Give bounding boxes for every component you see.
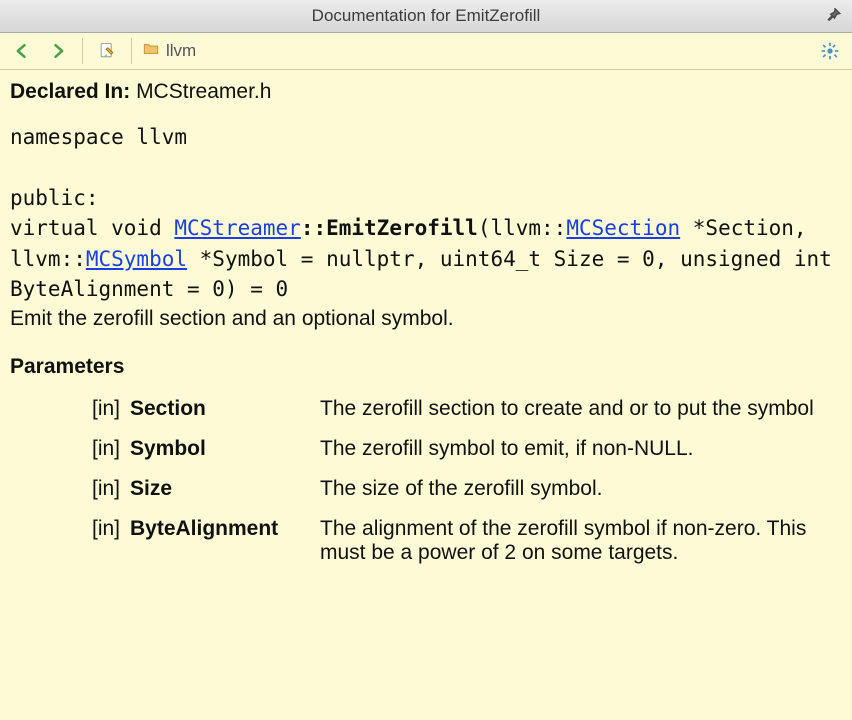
edit-icon[interactable] — [93, 38, 121, 64]
param-name: ByteAlignment — [130, 509, 320, 573]
content-area: Declared In: MCStreamer.h namespace llvm… — [0, 70, 852, 583]
param-row: [in] ByteAlignment The alignment of the … — [10, 509, 842, 573]
param-row: [in] Symbol The zerofill symbol to emit,… — [10, 429, 842, 469]
param-desc: The alignment of the zerofill symbol if … — [320, 509, 842, 573]
parameters-heading: Parameters — [10, 355, 842, 379]
declared-in-file: MCStreamer.h — [136, 80, 271, 103]
toolbar: llvm — [0, 33, 852, 70]
sig-open: (llvm:: — [478, 216, 567, 240]
param-desc: The size of the zerofill symbol. — [320, 469, 842, 509]
param-row: [in] Section The zerofill section to cre… — [10, 389, 842, 429]
declared-in-label: Declared In: — [10, 80, 130, 103]
sig-dcolon: :: — [301, 216, 326, 240]
declared-in: Declared In: MCStreamer.h — [10, 80, 842, 104]
sig-pre: virtual void — [10, 216, 174, 240]
back-button[interactable] — [8, 38, 36, 64]
param-dir: [in] — [10, 509, 130, 573]
window-title: Documentation for EmitZerofill — [312, 6, 541, 26]
namespace-line: namespace llvm — [10, 125, 187, 149]
sig-fn: EmitZerofill — [326, 216, 478, 240]
access-specifier: public: — [10, 186, 99, 210]
toolbar-divider — [82, 38, 83, 64]
pin-icon[interactable] — [824, 6, 842, 29]
folder-icon — [142, 40, 160, 63]
signature-block: namespace llvm public: virtual void MCSt… — [10, 122, 842, 305]
toolbar-divider — [131, 38, 132, 64]
param-name: Size — [130, 469, 320, 509]
parameters-table: [in] Section The zerofill section to cre… — [10, 389, 842, 573]
param-name: Section — [130, 389, 320, 429]
param-desc: The zerofill symbol to emit, if non-NULL… — [320, 429, 842, 469]
gear-icon[interactable] — [816, 38, 844, 64]
param-name: Symbol — [130, 429, 320, 469]
param-desc: The zerofill section to create and or to… — [320, 389, 842, 429]
param-dir: [in] — [10, 469, 130, 509]
param-dir: [in] — [10, 389, 130, 429]
link-mcsymbol[interactable]: MCSymbol — [86, 247, 187, 271]
titlebar: Documentation for EmitZerofill — [0, 0, 852, 33]
breadcrumb[interactable]: llvm — [142, 40, 196, 63]
link-mcstreamer[interactable]: MCStreamer — [174, 216, 300, 240]
param-row: [in] Size The size of the zerofill symbo… — [10, 469, 842, 509]
forward-button[interactable] — [44, 38, 72, 64]
signature-description: Emit the zerofill section and an optiona… — [10, 307, 842, 331]
link-mcsection[interactable]: MCSection — [566, 216, 680, 240]
breadcrumb-label: llvm — [166, 41, 196, 61]
param-dir: [in] — [10, 429, 130, 469]
